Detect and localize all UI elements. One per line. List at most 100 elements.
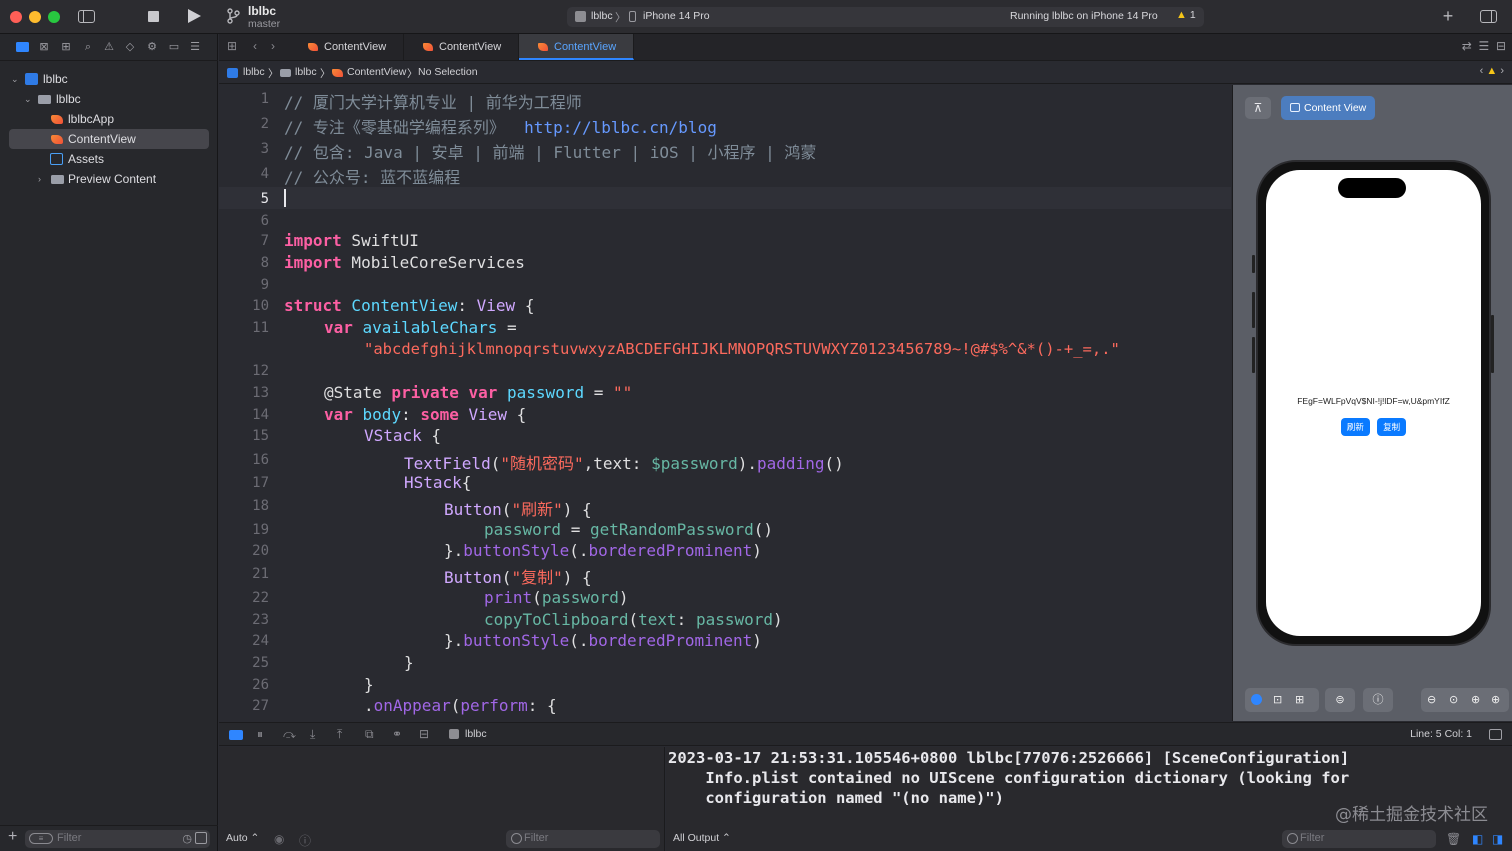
line-number[interactable]: 11 — [219, 320, 269, 336]
selectable-mode-icon[interactable]: ⊡ — [1273, 688, 1282, 712]
line-number[interactable]: 12 — [219, 363, 269, 379]
step-over-icon[interactable]: ⤼ — [283, 727, 296, 742]
recent-files-icon[interactable]: ◷ — [182, 832, 192, 845]
test-navigator-icon[interactable]: ◇ — [122, 40, 138, 54]
stop-button[interactable] — [144, 8, 162, 26]
variables-mode-selector[interactable]: Auto ⌃ — [226, 832, 259, 844]
tree-item-file-selected[interactable]: ContentView — [9, 129, 209, 149]
toggle-debug-area-icon[interactable] — [229, 730, 243, 740]
debug-target-label[interactable]: lblbc — [465, 728, 487, 740]
inspector-toggle-icon[interactable] — [1480, 8, 1498, 26]
line-number[interactable]: 24 — [219, 633, 269, 649]
info-icon[interactable]: ⓘ — [299, 832, 311, 849]
jumpbar-file[interactable]: ContentView — [347, 66, 406, 78]
line-number[interactable]: 20 — [219, 543, 269, 559]
source-editor[interactable]: 1 2 3 4 5 6 7 8 9 10 11 12 13 14 15 16 17 18 19 20 21 22 23 24 2… — [219, 85, 1231, 721]
tree-item-file[interactable]: lblbcApp — [9, 109, 209, 129]
show-variables-icon[interactable]: ◧ — [1472, 832, 1483, 846]
grid-icon[interactable]: ⊞ — [227, 39, 237, 53]
line-number[interactable]: 3 — [219, 141, 269, 157]
content-view-preview-tab[interactable]: Content View — [1281, 96, 1375, 120]
source-control-icon[interactable]: ⊠ — [36, 40, 52, 54]
chevron-right-icon[interactable]: › — [271, 39, 275, 53]
chevron-left-icon[interactable]: ‹ — [253, 39, 257, 53]
jumpbar-folder[interactable]: lblbc — [295, 66, 317, 78]
line-number[interactable]: 1 — [219, 91, 269, 107]
simulator-screen[interactable]: FEgF=WLFpVqV$NI-!j!lDF=w,U&pmYIfZ 刷新 复制 — [1266, 170, 1481, 636]
line-number[interactable]: 13 — [219, 385, 269, 401]
password-textfield[interactable]: FEgF=WLFpVqV$NI-!j!lDF=w,U&pmYIfZ — [1266, 396, 1481, 406]
editor-tab[interactable]: ContentView — [289, 34, 404, 60]
navigator-filter-input[interactable]: ≡ Filter ◷ — [25, 830, 210, 848]
eye-icon[interactable]: ◉ — [274, 832, 284, 846]
copy-button[interactable]: 复制 — [1377, 418, 1407, 436]
run-button[interactable] — [185, 8, 203, 26]
zoom-out-icon[interactable]: ⊖ — [1427, 688, 1436, 712]
editor-tab-active[interactable]: ContentView — [519, 34, 634, 60]
add-file-button[interactable]: + — [8, 828, 17, 846]
jumpbar-issue-nav[interactable]: ‹ ▲ › — [1480, 65, 1504, 77]
line-number[interactable]: 23 — [219, 612, 269, 628]
line-number[interactable]: 21 — [219, 566, 269, 582]
live-mode-icon[interactable] — [1251, 694, 1262, 705]
line-number[interactable]: 9 — [219, 277, 269, 293]
chevron-right-icon[interactable]: › — [38, 169, 41, 189]
line-number[interactable]: 15 — [219, 428, 269, 444]
pin-preview-button[interactable]: ⊼ — [1245, 97, 1271, 119]
line-number[interactable]: 6 — [219, 213, 269, 229]
tree-item-group[interactable]: › Preview Content — [9, 169, 209, 189]
show-console-icon[interactable]: ◨ — [1492, 832, 1503, 846]
variants-grid-icon[interactable]: ⊞ — [1295, 688, 1304, 712]
add-library-button[interactable]: + — [1439, 7, 1457, 26]
jumpbar-project[interactable]: lblbc — [243, 66, 265, 78]
chevron-down-icon[interactable]: ⌄ — [11, 69, 19, 89]
zoom-actual-icon[interactable]: ⊕ — [1471, 688, 1480, 712]
toggle-console-icon[interactable] — [1489, 729, 1502, 740]
editor-tab[interactable]: ContentView — [404, 34, 519, 60]
tree-item-project[interactable]: ⌄ lblbc — [9, 69, 209, 89]
console-view[interactable]: 2023-03-17 21:53:31.105546+0800 lblbc[77… — [666, 747, 1512, 851]
console-filter-input[interactable]: Filter — [1282, 830, 1436, 848]
find-navigator-icon[interactable]: ⌕ — [80, 40, 96, 54]
warning-badge[interactable]: ▲ 1 — [1176, 9, 1196, 21]
line-number[interactable]: 19 — [219, 522, 269, 538]
line-number[interactable]: 16 — [219, 452, 269, 468]
info-button[interactable]: ⓘ — [1363, 688, 1393, 712]
line-number[interactable]: 4 — [219, 166, 269, 182]
line-number[interactable]: 26 — [219, 677, 269, 693]
chevron-down-icon[interactable]: ⌄ — [24, 89, 32, 109]
output-mode-selector[interactable]: All Output ⌃ — [673, 832, 731, 844]
line-number[interactable]: 2 — [219, 116, 269, 132]
zoom-window-button[interactable] — [48, 11, 60, 23]
line-number[interactable]: 7 — [219, 233, 269, 249]
tree-item-group[interactable]: ⌄ lblbc — [9, 89, 209, 109]
scheme-selector[interactable]: lblbc — [591, 10, 613, 22]
device-settings-button[interactable]: ⊜ — [1325, 688, 1355, 712]
issue-navigator-icon[interactable]: ⚠ — [101, 40, 117, 54]
environment-overrides-icon[interactable]: ⊟ — [419, 727, 429, 741]
line-number[interactable]: 5 — [219, 191, 269, 207]
zoom-in-icon[interactable]: ⊕ — [1491, 688, 1500, 712]
pause-icon[interactable]: ⏸ — [257, 727, 263, 742]
step-into-icon[interactable]: ⤓ — [310, 727, 315, 742]
refresh-button[interactable]: 刷新 — [1340, 418, 1370, 436]
symbol-navigator-icon[interactable]: ⊞ — [58, 40, 74, 54]
breakpoint-navigator-icon[interactable]: ▭ — [166, 40, 182, 54]
line-number[interactable]: 22 — [219, 590, 269, 606]
trash-icon[interactable]: 🗑 — [1446, 832, 1461, 846]
line-number[interactable]: 10 — [219, 298, 269, 314]
memory-graph-icon[interactable]: ⚭ — [392, 727, 402, 741]
step-out-icon[interactable]: ⤒ — [337, 727, 342, 742]
line-number[interactable]: 27 — [219, 698, 269, 714]
line-number[interactable]: 25 — [219, 655, 269, 671]
debug-navigator-icon[interactable]: ⚙ — [144, 40, 160, 54]
debug-view-hierarchy-icon[interactable]: ⧉ — [365, 727, 374, 742]
line-number[interactable]: 14 — [219, 407, 269, 423]
line-number[interactable]: 18 — [219, 498, 269, 514]
source-control-filter-icon[interactable] — [195, 832, 207, 844]
tree-item-assets[interactable]: Assets — [9, 149, 209, 169]
report-navigator-icon[interactable]: ☰ — [187, 40, 203, 54]
run-destination-selector[interactable]: iPhone 14 Pro — [643, 10, 710, 22]
variables-filter-input[interactable]: Filter — [506, 830, 660, 848]
project-title[interactable]: lblbc — [248, 4, 276, 18]
